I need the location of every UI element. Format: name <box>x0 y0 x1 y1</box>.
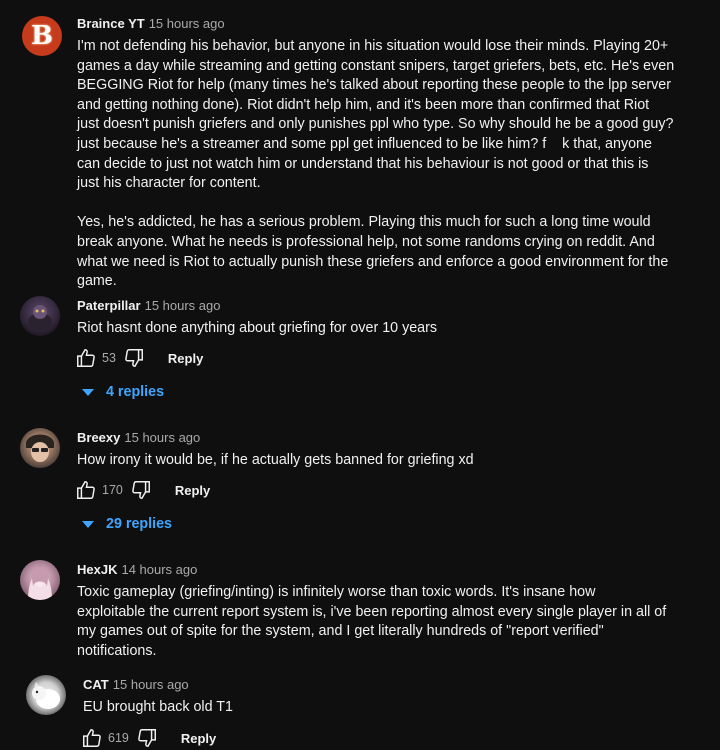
like-count: 619 <box>108 731 129 745</box>
thumbs-up-icon <box>77 349 95 367</box>
like-count: 170 <box>102 483 123 497</box>
reply-button[interactable]: Reply <box>175 483 210 498</box>
thumbs-up-icon <box>83 729 101 747</box>
comment-timestamp[interactable]: 15 hours ago <box>145 298 221 313</box>
avatar[interactable] <box>20 296 60 336</box>
like-count: 53 <box>102 351 116 365</box>
avatar[interactable] <box>20 560 60 600</box>
avatar-letter: B <box>31 21 53 51</box>
comment-text: Riot hasnt done anything about griefing … <box>77 320 438 336</box>
avatar-image <box>28 567 52 600</box>
thumbs-down-icon <box>132 481 150 499</box>
comment-text: I'm not defending his behavior, but anyo… <box>77 38 675 290</box>
comment-author[interactable]: Braince YT <box>77 16 145 31</box>
reply-author[interactable]: CAT <box>83 677 109 692</box>
comment-header: HexJK 14 hours ago <box>77 561 197 579</box>
avatar[interactable]: B <box>22 16 62 56</box>
dislike-button[interactable] <box>135 726 159 750</box>
comment-header: Breexy 15 hours ago <box>77 429 200 447</box>
avatar-image <box>32 682 60 709</box>
reply-text: EU brought back old T1 <box>83 699 233 715</box>
thumbs-up-icon <box>77 481 95 499</box>
comment-text: Toxic gameplay (griefing/inting) is infi… <box>77 584 667 659</box>
like-button[interactable] <box>74 346 98 370</box>
reply-timestamp[interactable]: 15 hours ago <box>113 677 189 692</box>
view-replies-button[interactable]: 4 replies <box>82 384 164 400</box>
comment-timestamp[interactable]: 15 hours ago <box>124 430 200 445</box>
comment-text: How irony it would be, if he actually ge… <box>77 452 474 468</box>
reply-button[interactable]: Reply <box>181 731 216 746</box>
reply-header: CAT 15 hours ago <box>83 676 189 694</box>
reply-button[interactable]: Reply <box>168 351 203 366</box>
expand-triangle-icon <box>82 520 94 528</box>
comment-header: Paterpillar 15 hours ago <box>77 297 221 315</box>
comment-author[interactable]: Breexy <box>77 430 120 445</box>
dislike-button[interactable] <box>122 346 146 370</box>
comment-timestamp[interactable]: 15 hours ago <box>149 16 225 31</box>
comment-author[interactable]: HexJK <box>77 562 117 577</box>
comment-actions: 170 Reply <box>74 478 210 502</box>
replies-count-label: 4 replies <box>106 384 165 400</box>
comment-actions: 53 Reply <box>74 346 203 370</box>
comment-author[interactable]: Paterpillar <box>77 298 141 313</box>
reply-actions: 619 Reply <box>80 726 216 750</box>
dislike-button[interactable] <box>129 478 153 502</box>
thumbs-down-icon <box>138 729 156 747</box>
like-button[interactable] <box>80 726 104 750</box>
thumbs-down-icon <box>125 349 143 367</box>
replies-count-label: 29 replies <box>106 516 172 532</box>
avatar[interactable] <box>26 675 66 715</box>
like-button[interactable] <box>74 478 98 502</box>
expand-triangle-icon <box>82 388 94 396</box>
view-replies-button[interactable]: 29 replies <box>82 516 172 532</box>
avatar[interactable] <box>20 428 60 468</box>
comment-header: Braince YT 15 hours ago <box>77 15 225 33</box>
avatar-image <box>26 434 54 462</box>
avatar-image <box>28 305 52 331</box>
comment-timestamp[interactable]: 14 hours ago <box>121 562 197 577</box>
